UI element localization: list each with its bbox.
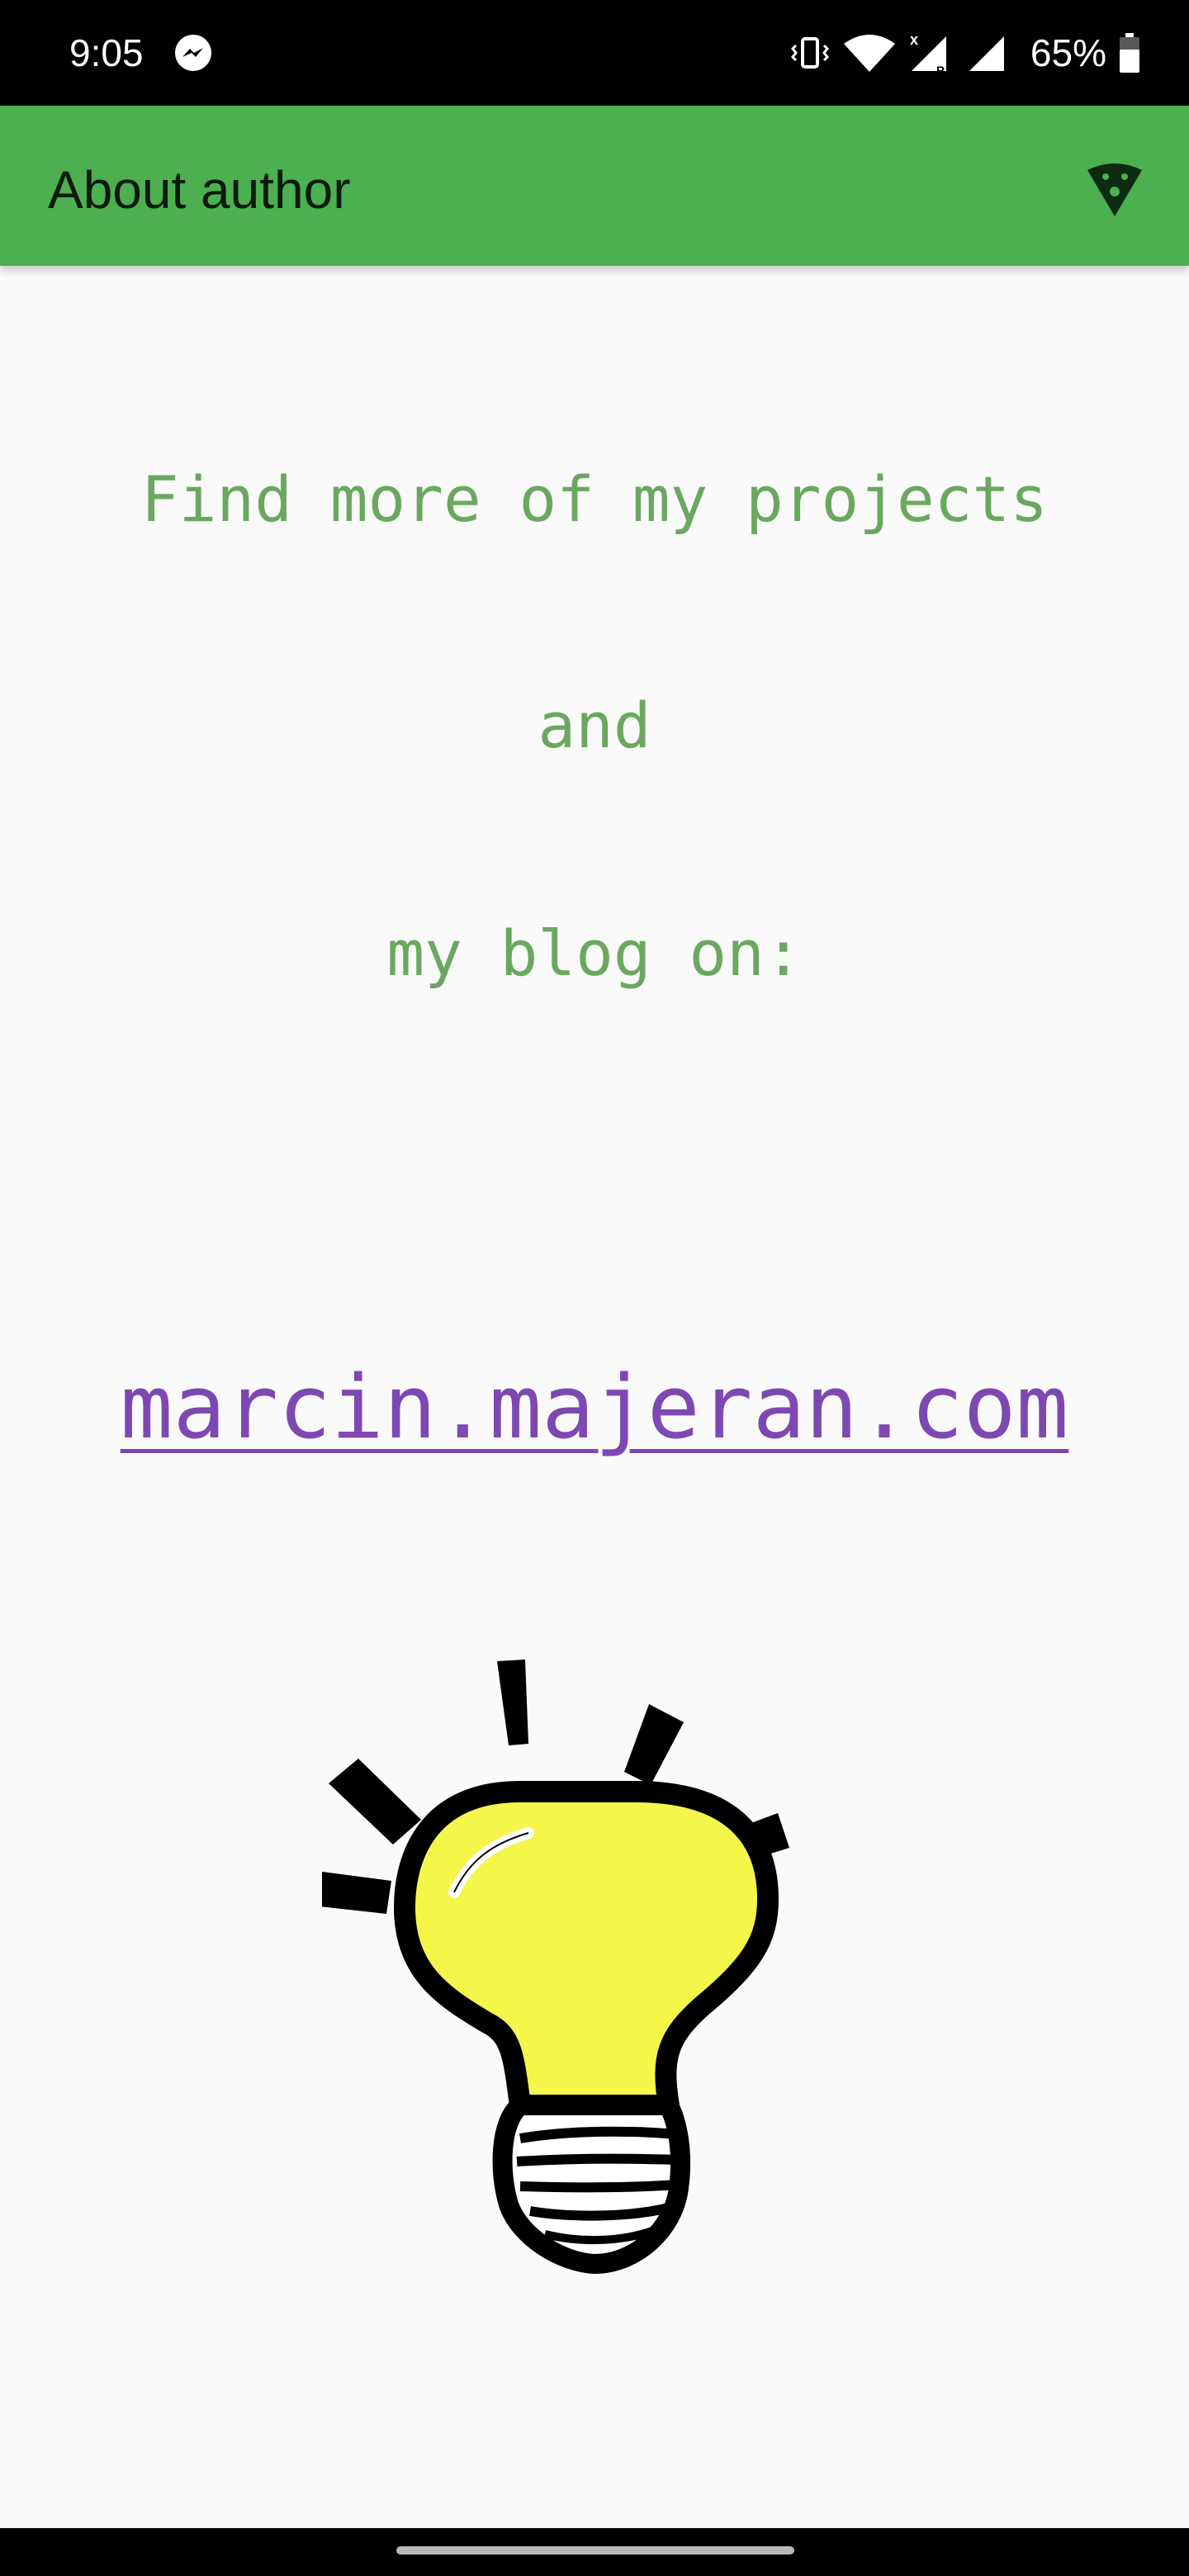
status-time: 9:05: [69, 31, 144, 74]
vibrate-icon: [790, 37, 829, 69]
status-icons: x R 65%: [789, 28, 1141, 78]
lightbulb-icon: [322, 1660, 789, 2274]
home-indicator[interactable]: [396, 2546, 794, 2555]
signal-icon: [969, 36, 1004, 71]
intro-line-2: and: [538, 689, 651, 762]
battery-icon: [1120, 33, 1139, 73]
svg-text:x: x: [910, 31, 918, 48]
page-title: About author: [48, 160, 351, 220]
wifi-icon: [843, 35, 895, 72]
app-bar: About author: [0, 106, 1189, 266]
pizza-icon: [1087, 163, 1142, 216]
status-bar: 9:05 x R 65%: [0, 0, 1189, 106]
intro-line-3: my blog on:: [386, 916, 803, 990]
pizza-button[interactable]: [1078, 152, 1151, 225]
svg-text:R: R: [936, 64, 945, 76]
battery-percent: 65%: [1030, 31, 1106, 74]
messenger-icon: [175, 35, 211, 71]
navigation-bar: [0, 2528, 1189, 2576]
blog-link[interactable]: marcin.majeran.com: [0, 1354, 1189, 1461]
intro-line-1: Find more of my projects: [140, 462, 1049, 536]
signal-x-icon: x R: [910, 31, 946, 76]
